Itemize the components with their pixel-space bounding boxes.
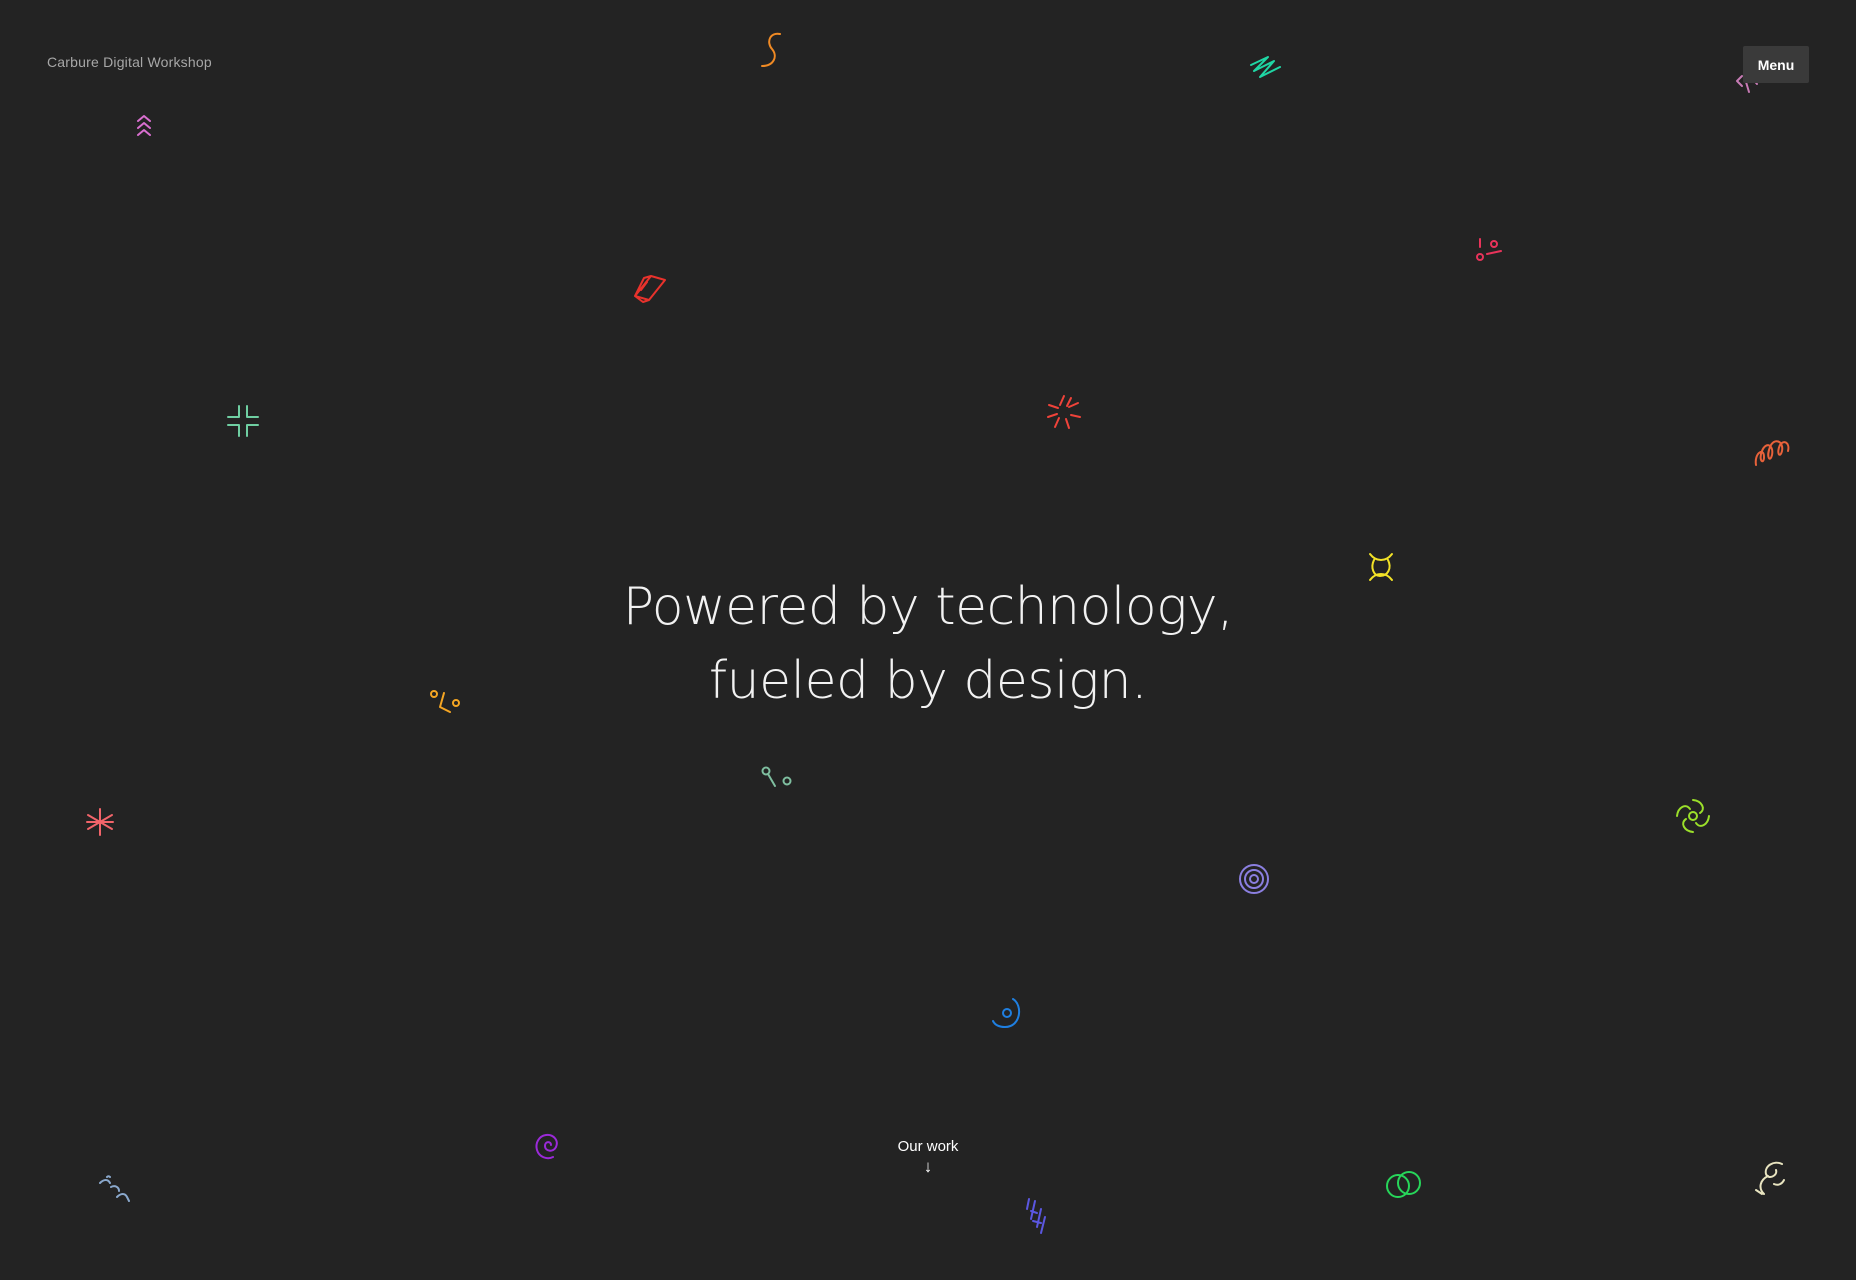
dots-dash-icon [1476,238,1502,261]
hero-headline-line-2: fueled by design. [708,651,1148,711]
corner-cross-icon [227,405,259,437]
knot-icon [1369,553,1393,581]
brand-logo-link[interactable]: Carbure Digital Workshop [47,54,212,70]
birds-icon [99,1175,130,1202]
percent-icon [430,690,460,713]
spiral-icon [535,1133,558,1160]
our-work-link[interactable]: Our work ↓ [868,1138,988,1176]
prism-icon [634,275,666,303]
burst-icon [1047,395,1081,429]
dot-arc-icon [992,998,1021,1028]
asterisk-icon [86,808,114,836]
s-curve-icon [761,32,781,67]
our-work-label: Our work [897,1138,959,1155]
zigzag-icon [1250,56,1281,78]
arrow-down-icon: ↓ [923,1157,933,1176]
hashes-icon [1026,1198,1046,1234]
coil-icon [1754,440,1790,466]
pinwheel-icon [1676,799,1710,833]
overlap-circles-icon [1386,1171,1421,1198]
pin-dot-icon [761,766,792,787]
hero-headline: Powered by technology, fueled by design. [328,570,1528,718]
swirl-icon [1755,1161,1785,1195]
target-icon [1239,864,1269,894]
double-chevron-up-icon [137,115,151,136]
menu-button[interactable]: Menu [1743,46,1809,83]
hero-headline-line-1: Powered by technology, [622,577,1234,637]
